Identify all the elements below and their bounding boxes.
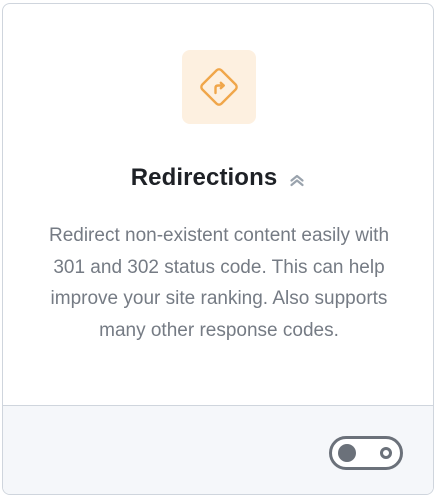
double-chevron-up-icon (289, 172, 305, 188)
module-card-footer (3, 405, 433, 494)
module-title: Redirections (130, 164, 278, 191)
module-title-row: Redirections (3, 164, 433, 192)
module-card: Redirections Redirect non-existent conte… (2, 3, 434, 495)
module-description: Redirect non-existent content easily wit… (48, 225, 390, 341)
module-icon-box (182, 50, 256, 124)
toggle-off-indicator-icon (380, 447, 392, 459)
redirect-sign-icon (197, 65, 241, 109)
module-card-body: Redirections Redirect non-existent conte… (3, 4, 433, 405)
module-toggle-switch[interactable] (329, 436, 403, 470)
toggle-knob (338, 444, 356, 462)
